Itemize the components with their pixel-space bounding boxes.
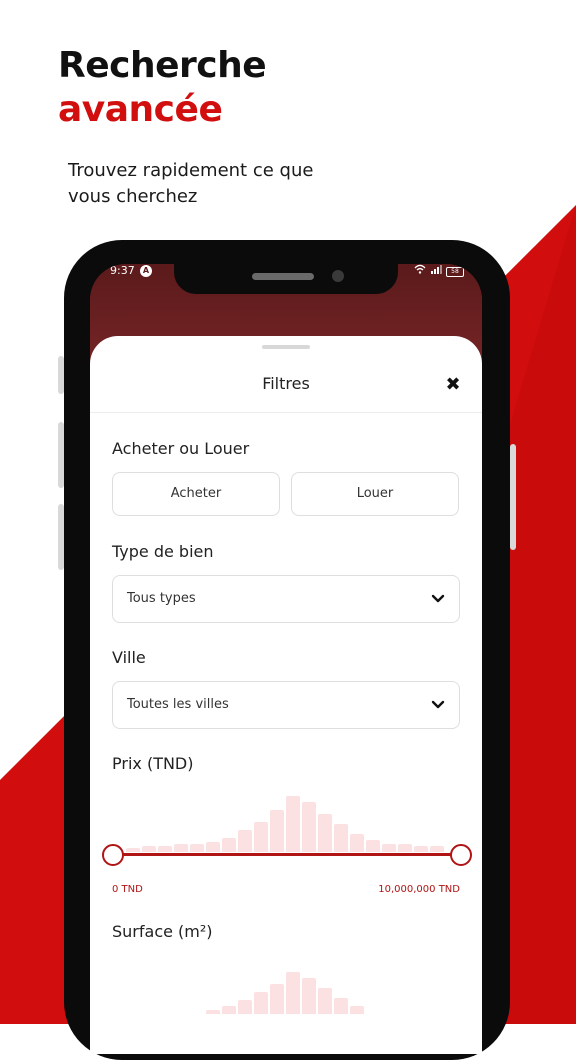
chevron-down-icon — [431, 700, 445, 709]
histogram-bar — [350, 834, 364, 852]
histogram-bar — [206, 842, 220, 852]
city-select[interactable]: Toutes les villes — [112, 681, 460, 729]
phone-side-button — [58, 356, 64, 394]
histogram-bar — [382, 844, 396, 852]
histogram-bar — [430, 846, 444, 852]
hero-title-line2: avancée — [58, 89, 223, 130]
phone-screen: 9:37 A 58 Filtres ✖ Acheter ou Louer Ach… — [90, 264, 482, 1054]
histogram-bar — [238, 1000, 252, 1014]
city-value: Toutes les villes — [127, 697, 229, 712]
buy-button[interactable]: Acheter — [112, 472, 280, 516]
histogram-bar — [270, 984, 284, 1014]
price-slider-max-handle[interactable] — [450, 844, 472, 866]
rent-button[interactable]: Louer — [291, 472, 459, 516]
phone-volume-down-button — [58, 504, 64, 570]
histogram-bar — [174, 844, 188, 852]
city-label: Ville — [112, 648, 146, 667]
histogram-bar — [126, 848, 140, 852]
phone-volume-up-button — [58, 422, 64, 488]
histogram-bar — [222, 838, 236, 852]
price-histogram — [112, 772, 458, 852]
histogram-bar — [254, 822, 268, 852]
chevron-down-icon — [431, 594, 445, 603]
histogram-bar — [366, 840, 380, 852]
histogram-bar — [302, 802, 316, 852]
sheet-drag-handle[interactable] — [262, 345, 310, 349]
histogram-bar — [414, 846, 428, 852]
price-min-value: 0 TND — [112, 884, 143, 895]
histogram-bar — [142, 846, 156, 852]
status-icons: 58 — [414, 264, 464, 279]
status-time: 9:37 — [110, 264, 135, 277]
histogram-bar — [318, 814, 332, 852]
wifi-icon — [414, 264, 426, 279]
histogram-bar — [270, 810, 284, 852]
histogram-bar — [158, 846, 172, 852]
histogram-bar — [350, 1006, 364, 1014]
hero-subtitle: Trouvez rapidement ce que vous cherchez — [68, 160, 314, 207]
camera-icon — [332, 270, 344, 282]
surface-histogram — [112, 934, 458, 1014]
battery-icon: 58 — [446, 266, 464, 277]
histogram-bar — [334, 998, 348, 1014]
property-type-label: Type de bien — [112, 542, 214, 561]
histogram-bar — [254, 992, 268, 1014]
property-type-select[interactable]: Tous types — [112, 575, 460, 623]
histogram-bar — [286, 972, 300, 1014]
status-app-icon: A — [140, 265, 152, 277]
price-slider-track[interactable] — [112, 853, 460, 856]
signal-icon — [430, 264, 442, 279]
price-max-value: 10,000,000 TND — [378, 884, 460, 895]
filters-sheet: Filtres ✖ Acheter ou Louer Acheter Louer… — [90, 336, 482, 1054]
hero-title-line1: Recherche — [58, 45, 267, 86]
phone-notch — [174, 264, 398, 294]
histogram-bar — [206, 1010, 220, 1014]
hero-title: Recherche avancée — [58, 44, 267, 132]
sheet-divider — [90, 412, 482, 413]
histogram-bar — [334, 824, 348, 852]
property-type-value: Tous types — [127, 591, 196, 606]
close-icon[interactable]: ✖ — [442, 374, 464, 396]
histogram-bar — [318, 988, 332, 1014]
histogram-bar — [302, 978, 316, 1014]
histogram-bar — [398, 844, 412, 852]
sheet-title: Filtres — [262, 374, 310, 393]
histogram-bar — [190, 844, 204, 852]
histogram-bar — [238, 830, 252, 852]
speaker-icon — [252, 273, 314, 280]
phone-power-button — [510, 444, 516, 550]
buy-rent-label: Acheter ou Louer — [112, 439, 250, 458]
histogram-bar — [222, 1006, 236, 1014]
price-slider-min-handle[interactable] — [102, 844, 124, 866]
histogram-bar — [286, 796, 300, 852]
